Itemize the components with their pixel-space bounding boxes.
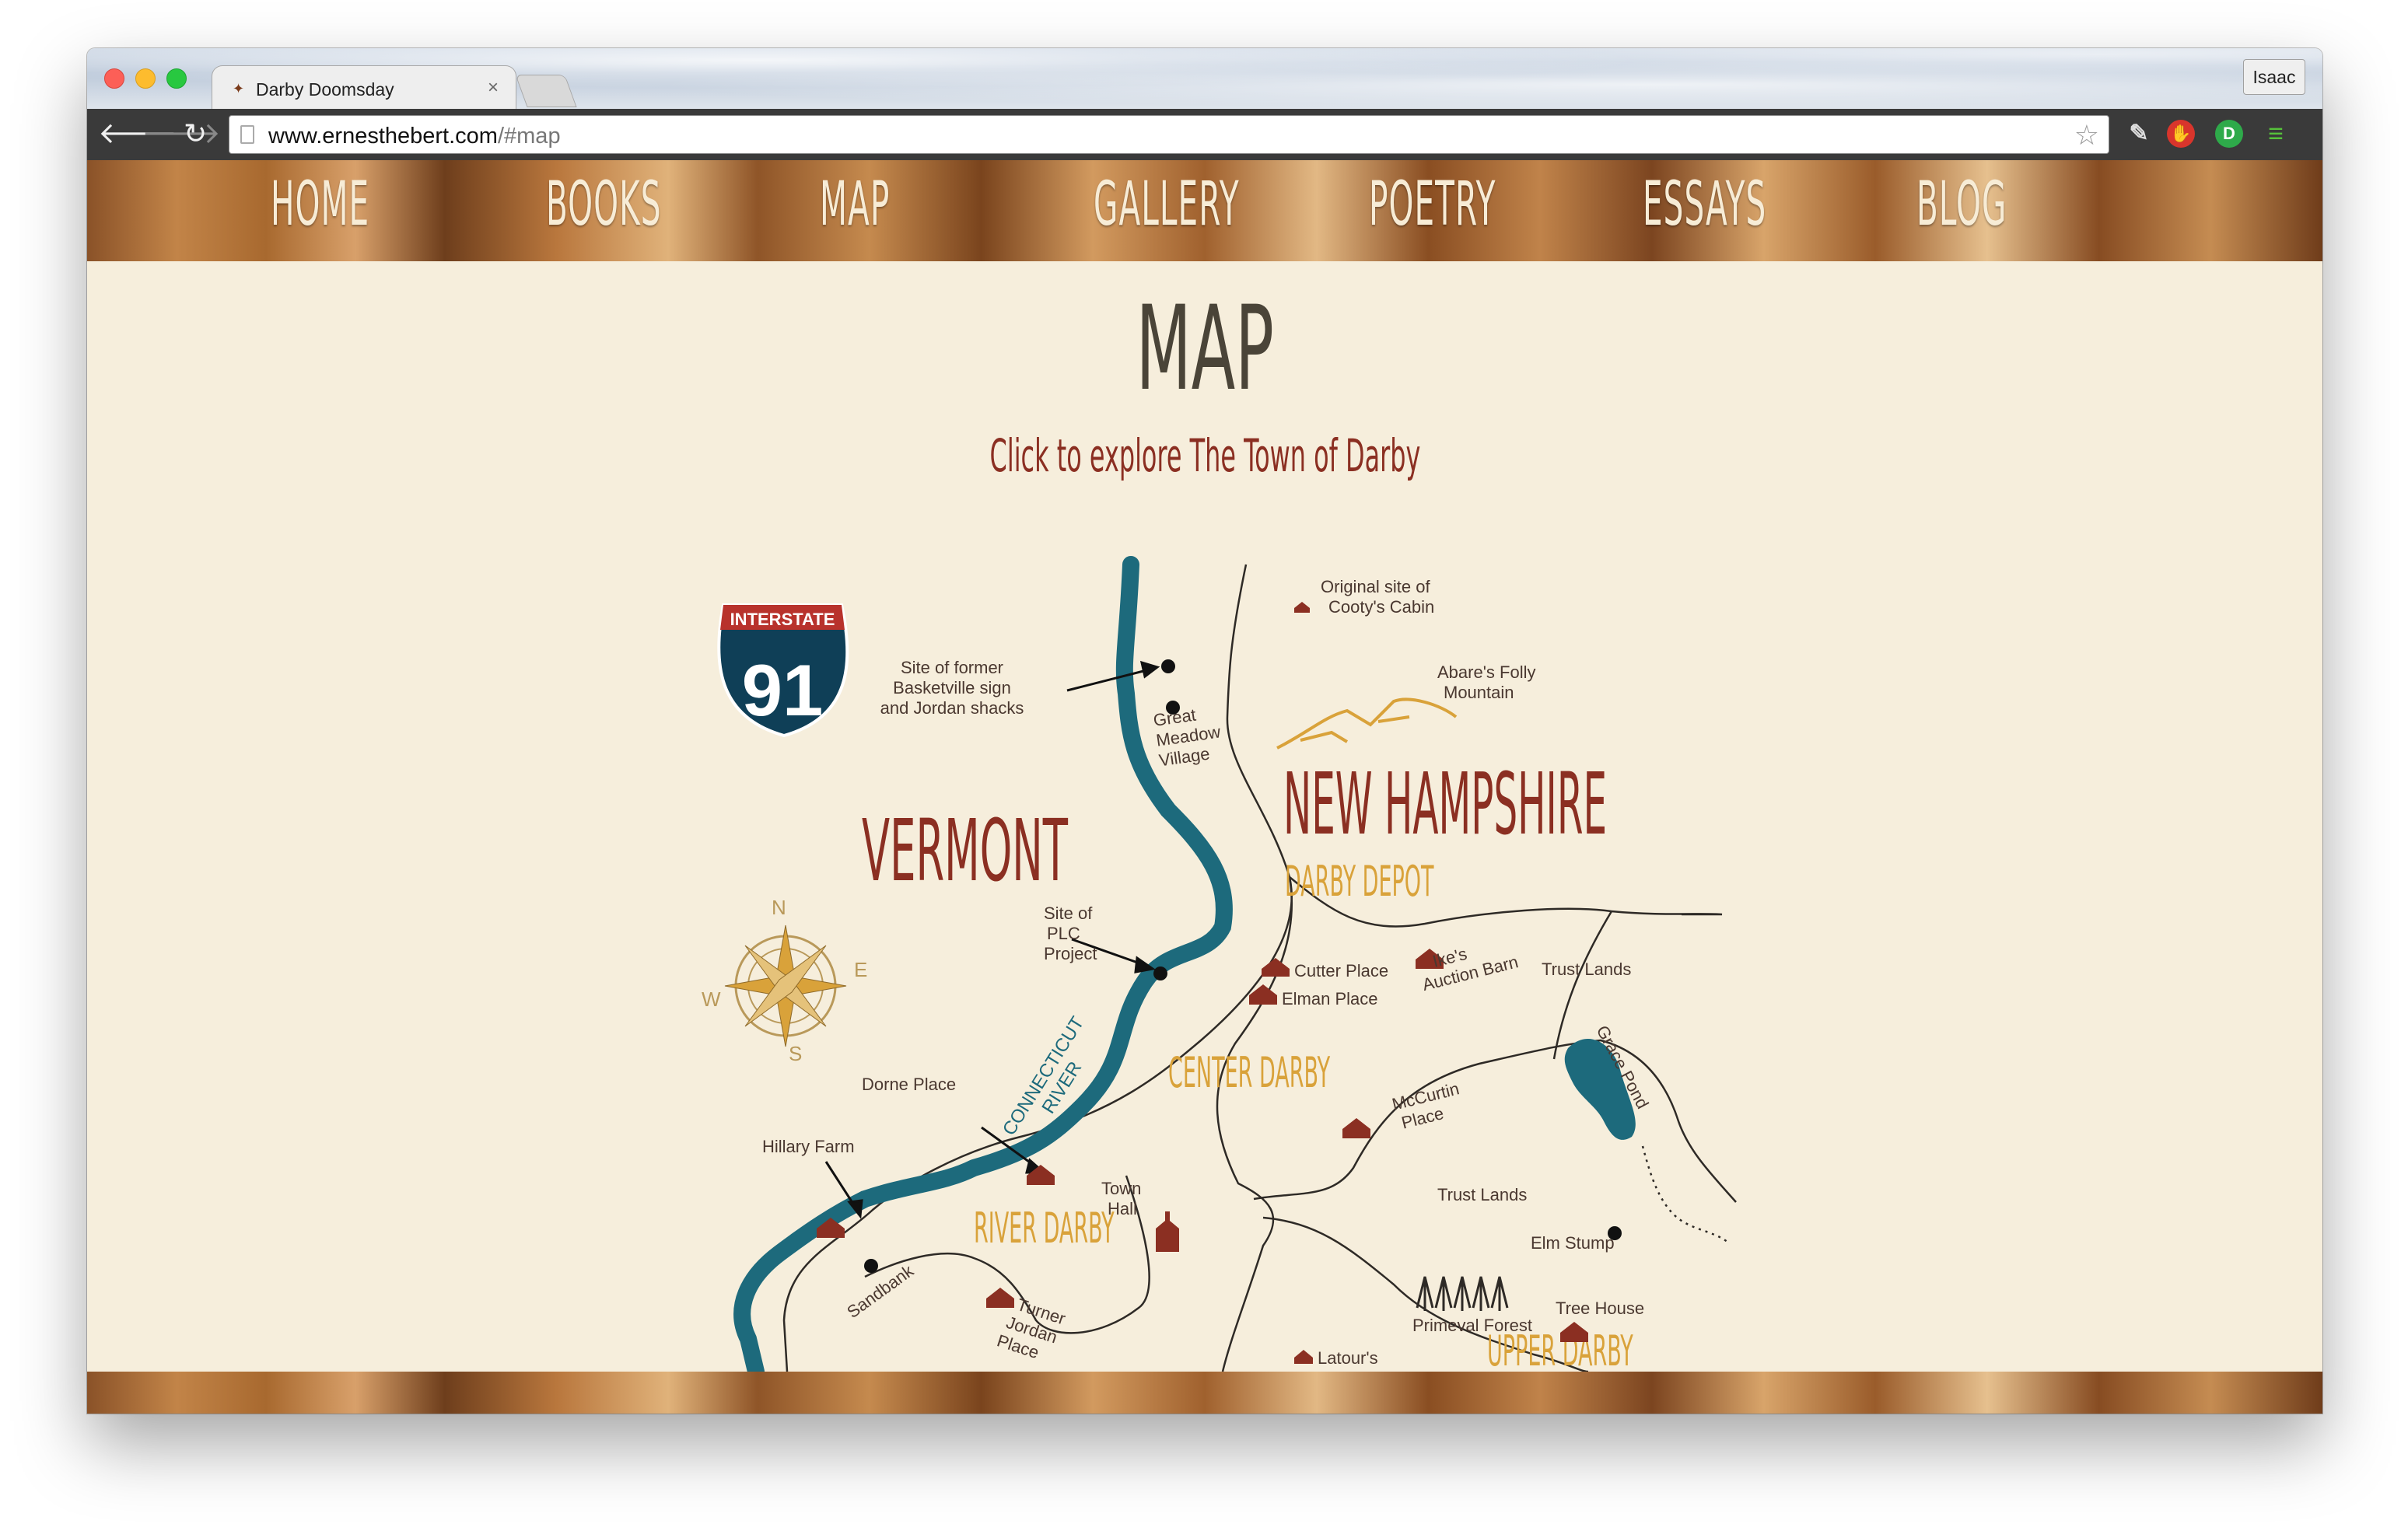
poi-dot-plc [1153, 966, 1167, 980]
label-trust-lands-2: Trust Lands [1437, 1185, 1527, 1204]
house-turner [986, 1288, 1014, 1308]
label-basketville-1: Site of former [901, 658, 1003, 677]
compass-w: W [702, 987, 721, 1011]
label-hillary-farm: Hillary Farm [762, 1137, 855, 1156]
label-plc-1: Site of [1044, 904, 1093, 923]
compass-n: N [772, 896, 786, 919]
town-map[interactable]: INTERSTATE 91 N E S W VERMONT NEW HAMPSH… [87, 48, 2322, 1414]
compass-e: E [854, 958, 867, 981]
label-tree-house: Tree House [1556, 1299, 1644, 1318]
label-elman-place: Elman Place [1282, 989, 1378, 1008]
poi-dot-basketville [1161, 659, 1175, 673]
label-elm-stump: Elm Stump [1531, 1233, 1615, 1253]
primeval-forest-icon[interactable] [1416, 1276, 1509, 1311]
compass-rose-icon [724, 925, 847, 1047]
label-abare-2: Mountain [1444, 683, 1514, 702]
trail [1641, 1145, 1729, 1243]
village-center-darby[interactable]: CENTER DARBY [1168, 1049, 1331, 1098]
house-cooty [1294, 602, 1310, 613]
village-darby-depot[interactable]: DARBY DEPOT [1285, 858, 1434, 907]
poi-dot-sandbank [864, 1259, 878, 1273]
label-dorne-place: Dorne Place [862, 1075, 956, 1094]
compass-s: S [789, 1042, 802, 1065]
label-town-hall-2: Hall [1108, 1199, 1137, 1218]
house-cutter [1262, 958, 1290, 977]
label-cutter-place: Cutter Place [1294, 961, 1388, 980]
interstate-number: 91 [742, 649, 824, 731]
abares-folly-mountain-icon[interactable] [1276, 697, 1458, 750]
label-latour: Latour's [1318, 1348, 1378, 1368]
label-town-hall-1: Town [1101, 1179, 1141, 1198]
interstate-91-shield: INTERSTATE 91 [717, 603, 849, 738]
house-latour [1294, 1350, 1313, 1364]
browser-window: ✦ Darby Doomsday × Isaac 🡐 🡒 ↻ www.ernes… [87, 48, 2322, 1414]
house-tree-house [1560, 1322, 1588, 1342]
pointer-arrows [824, 660, 1160, 1219]
label-basketville-2: Basketville sign [893, 678, 1011, 697]
label-plc-3: Project [1044, 944, 1097, 963]
label-primeval-forest: Primeval Forest [1412, 1316, 1532, 1335]
footer-wood-bar [87, 1372, 2322, 1414]
label-plc-2: PLC [1047, 924, 1080, 943]
town-hall-icon [1156, 1211, 1179, 1252]
interstate-label: INTERSTATE [730, 610, 835, 629]
label-abare-1: Abare's Folly [1437, 662, 1535, 682]
state-new-hampshire: NEW HAMPSHIRE [1283, 755, 1607, 855]
state-vermont: VERMONT [862, 802, 1068, 900]
label-basketville-3: and Jordan shacks [880, 698, 1024, 718]
house-mccurtin [1342, 1118, 1370, 1138]
label-trust-lands: Trust Lands [1542, 960, 1631, 979]
label-cooty-2: Cooty's Cabin [1328, 597, 1434, 617]
label-cooty-1: Original site of [1321, 577, 1431, 596]
village-river-darby[interactable]: RIVER DARBY [974, 1204, 1115, 1253]
